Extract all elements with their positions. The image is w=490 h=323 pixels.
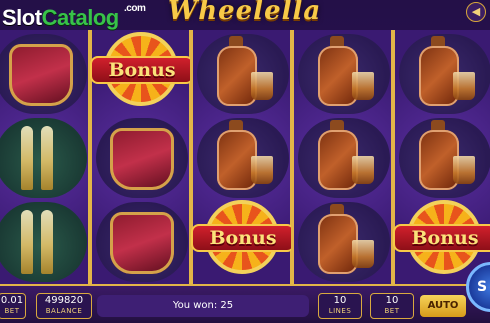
total-bet-box[interactable]: 10 BET xyxy=(370,293,414,319)
cognac-bottle-symbol xyxy=(399,118,490,198)
slotcatalog-watermark: SlotCatalog .com xyxy=(2,3,146,31)
bonus-label: Bonus xyxy=(191,224,295,252)
cognac-bottle-symbol xyxy=(298,202,390,282)
slot-game-screen: Bonus Bonus Bonus SlotCatalog .com Wheel… xyxy=(0,0,490,323)
reel-1 xyxy=(0,30,91,284)
robe-symbol xyxy=(96,118,188,198)
auto-button[interactable]: AUTO xyxy=(420,295,466,317)
bet-value: 0.01 xyxy=(0,295,24,306)
bonus-label: Bonus xyxy=(393,224,490,252)
bonus-symbol: Bonus xyxy=(191,200,295,284)
speaker-icon[interactable]: ◀ xyxy=(466,2,486,22)
bet-per-line-box[interactable]: 0.01 BET xyxy=(0,293,26,319)
win-message: You won: 25 xyxy=(97,295,309,317)
game-title: Wheelella xyxy=(168,0,322,26)
robe-symbol xyxy=(0,34,87,114)
reel-4 xyxy=(291,30,394,284)
cognac-bottle-symbol xyxy=(197,118,289,198)
cognac-bottle-symbol xyxy=(298,34,390,114)
cognac-bottle-symbol xyxy=(399,34,490,114)
balance-box: 499820 BALANCE xyxy=(36,293,92,319)
balance-value: 499820 xyxy=(44,295,84,306)
bottom-control-bar: 0.01 BET 499820 BALANCE You won: 25 10 L… xyxy=(0,284,490,323)
brand-com: .com xyxy=(124,3,146,14)
reel-2: Bonus xyxy=(89,30,194,284)
reel-5: Bonus xyxy=(392,30,490,284)
champagne-flutes-symbol xyxy=(0,118,87,198)
bonus-symbol: Bonus xyxy=(90,32,194,116)
champagne-flutes-symbol xyxy=(0,202,87,282)
robe-symbol xyxy=(96,202,188,282)
cognac-bottle-symbol xyxy=(197,34,289,114)
balance-label: BALANCE xyxy=(45,307,83,315)
total-bet-value: 10 xyxy=(385,295,399,306)
bet-label: BET xyxy=(4,307,20,315)
reel-3: Bonus xyxy=(190,30,295,284)
total-bet-label: BET xyxy=(384,307,400,315)
lines-box[interactable]: 10 LINES xyxy=(318,293,362,319)
cognac-bottle-symbol xyxy=(298,118,390,198)
brand-catalog: Catalog xyxy=(41,5,120,30)
reel-area: Bonus Bonus Bonus xyxy=(0,30,490,284)
lines-label: LINES xyxy=(328,307,352,315)
brand-slot: Slot xyxy=(2,5,42,30)
lines-value: 10 xyxy=(333,295,347,306)
bonus-label: Bonus xyxy=(90,56,194,84)
